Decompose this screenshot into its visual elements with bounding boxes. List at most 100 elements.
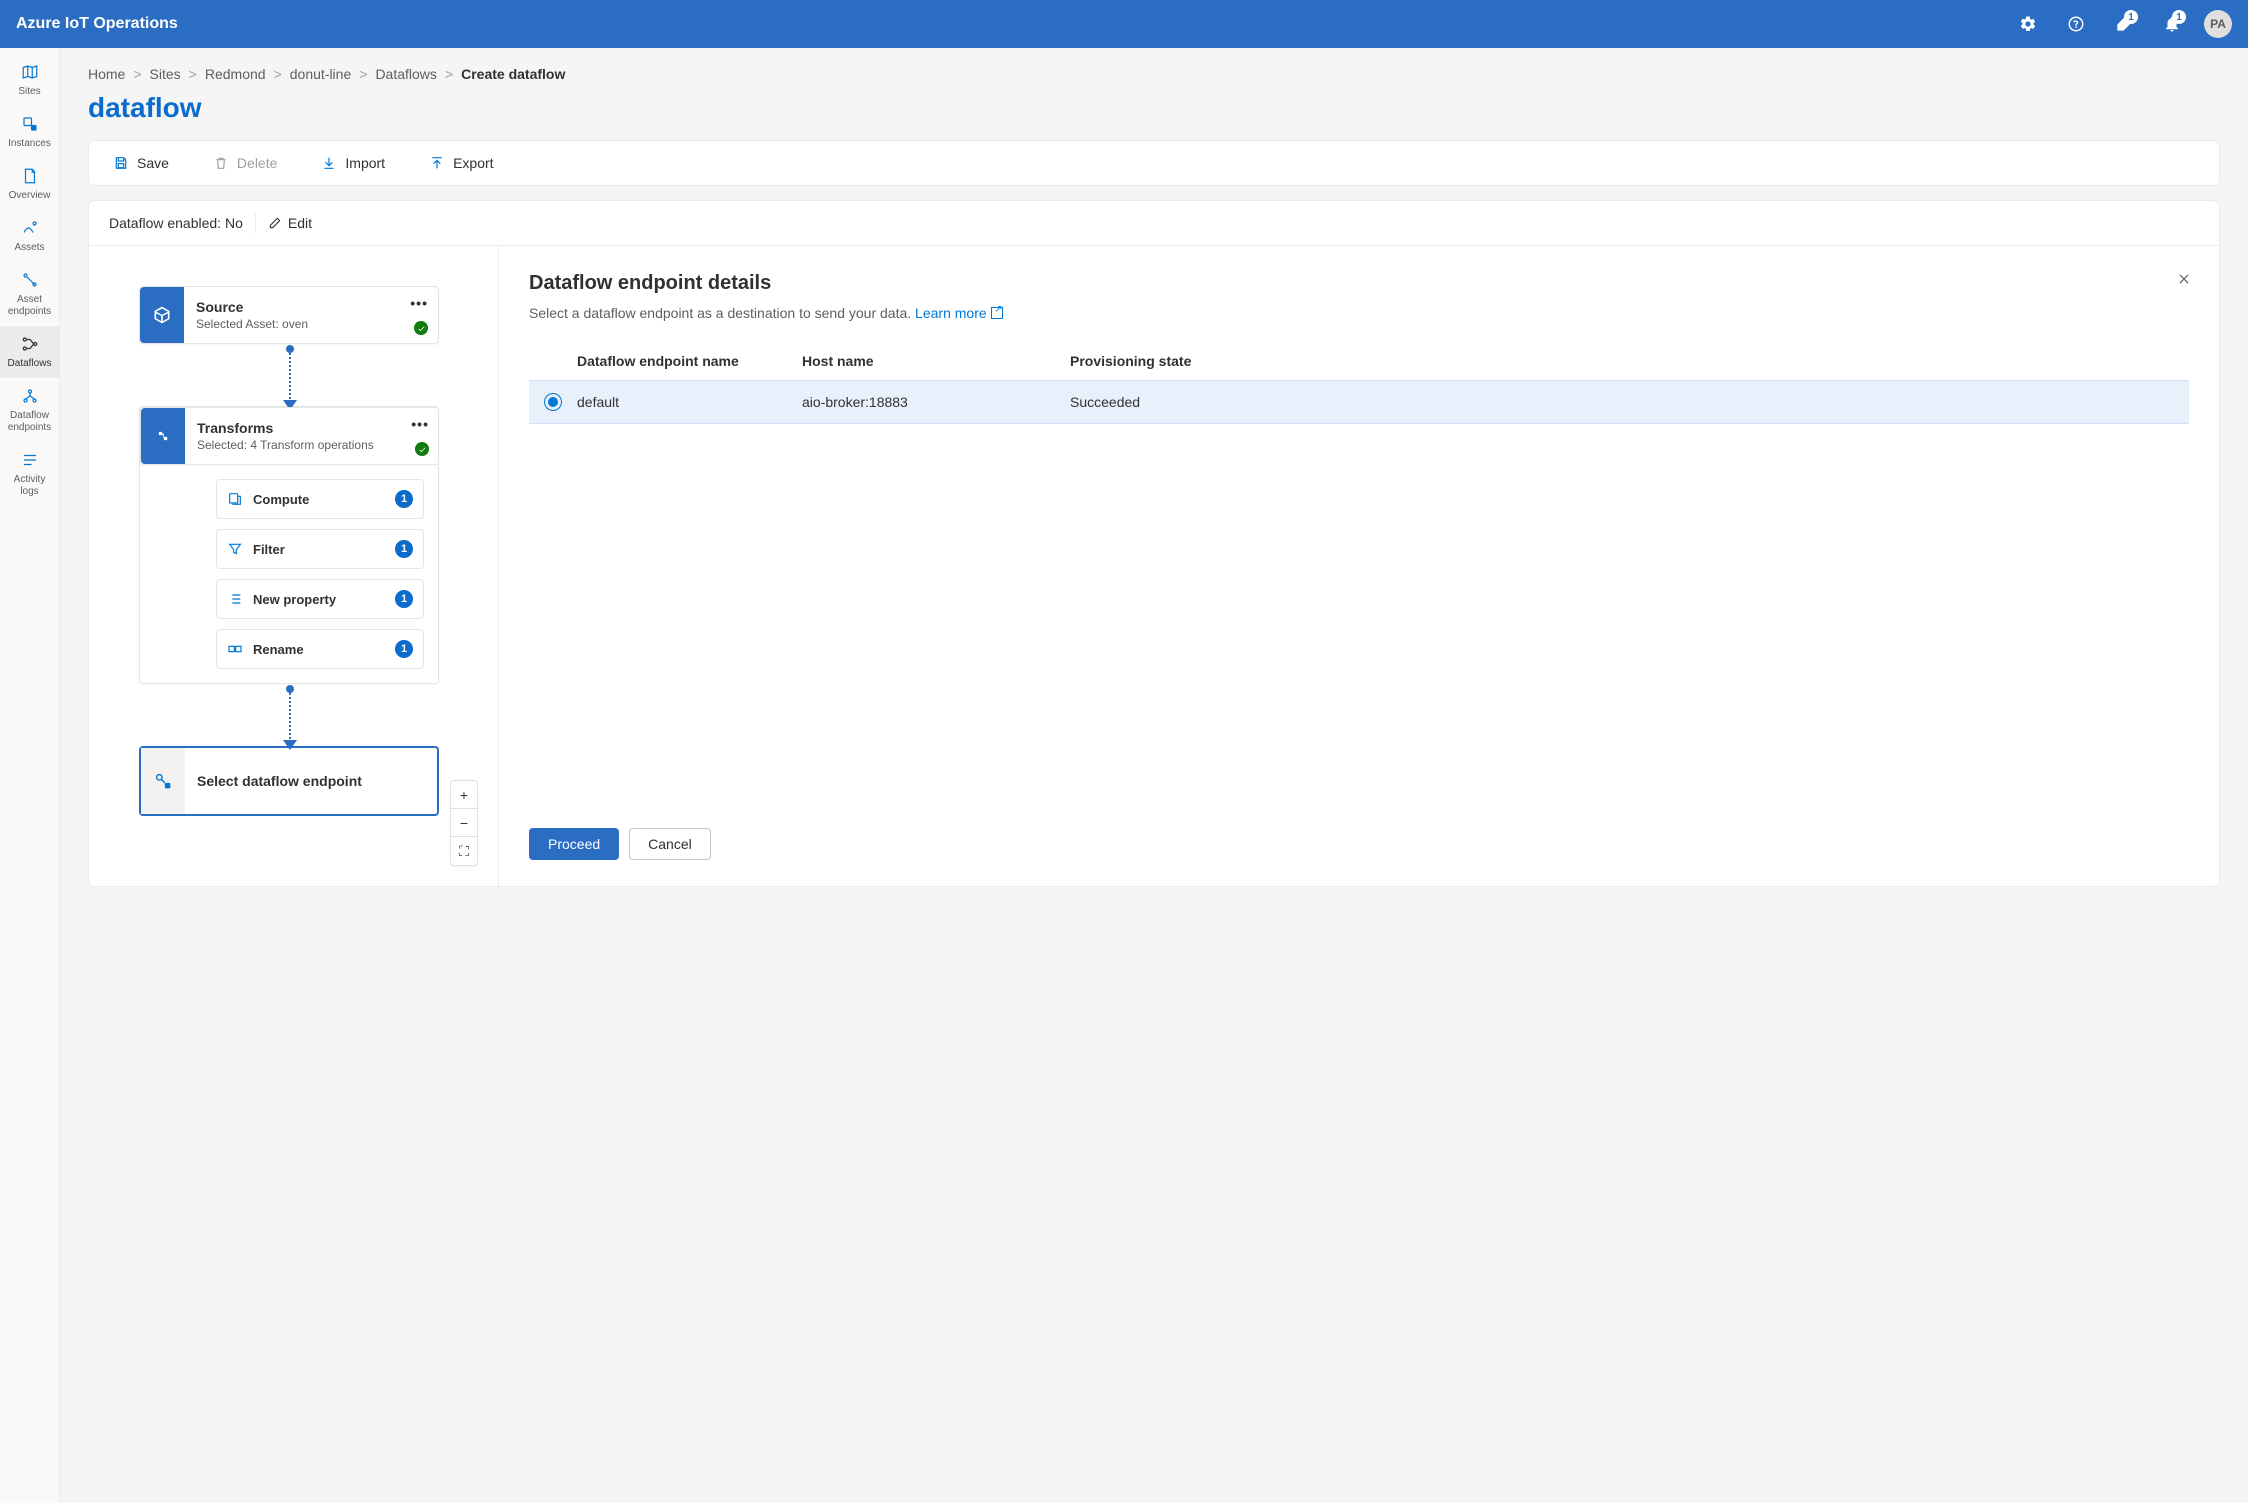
- sidenav-dataflow-endpoints[interactable]: Dataflow endpoints: [0, 378, 59, 442]
- app-title: Azure IoT Operations: [16, 15, 178, 33]
- sidenav-label: Dataflows: [8, 358, 52, 370]
- rename-icon: [227, 641, 243, 657]
- document-icon: [18, 164, 42, 188]
- transform-count: 1: [395, 640, 413, 658]
- sidenav-overview[interactable]: Overview: [0, 158, 59, 210]
- breadcrumb-current: Create dataflow: [461, 66, 565, 82]
- breadcrumb-item[interactable]: donut-line: [290, 66, 352, 82]
- status-success-icon: [415, 442, 429, 456]
- feedback-icon[interactable]: 1: [2108, 8, 2140, 40]
- connector-arrow: [289, 690, 291, 746]
- plug-icon: [18, 268, 42, 292]
- map-icon: [18, 60, 42, 84]
- transform-label: Filter: [253, 542, 385, 557]
- list-icon: [227, 591, 243, 607]
- import-label: Import: [345, 155, 385, 171]
- breadcrumb-item[interactable]: Home: [88, 66, 125, 82]
- logs-icon: [18, 448, 42, 472]
- edit-button[interactable]: Edit: [268, 215, 312, 231]
- sidenav-label: Overview: [9, 190, 51, 202]
- proceed-button[interactable]: Proceed: [529, 828, 619, 860]
- cube-icon: [140, 287, 184, 343]
- compute-icon: [227, 491, 243, 507]
- cell-name: default: [577, 394, 802, 410]
- more-icon[interactable]: •••: [410, 295, 428, 311]
- notifications-icon[interactable]: 1: [2156, 8, 2188, 40]
- page-title: dataflow: [88, 92, 2220, 124]
- transform-count: 1: [395, 540, 413, 558]
- breadcrumb-item[interactable]: Redmond: [205, 66, 266, 82]
- col-header-state: Provisioning state: [1070, 353, 2189, 369]
- endpoint-icon: [18, 384, 42, 408]
- sidenav-assets[interactable]: Assets: [0, 210, 59, 262]
- transform-filter[interactable]: Filter 1: [216, 529, 424, 569]
- sidenav-label: Dataflow endpoints: [4, 410, 55, 434]
- delete-label: Delete: [237, 155, 277, 171]
- endpoint-node-icon: [141, 748, 185, 814]
- sidenav-activity-logs[interactable]: Activity logs: [0, 442, 59, 506]
- avatar[interactable]: PA: [2204, 10, 2232, 38]
- help-icon[interactable]: [2060, 8, 2092, 40]
- save-button[interactable]: Save: [105, 151, 177, 175]
- breadcrumb: Home> Sites> Redmond> donut-line> Datafl…: [88, 66, 2220, 82]
- details-subtitle: Select a dataflow endpoint as a destinat…: [529, 305, 2189, 321]
- radio-selected[interactable]: [544, 393, 562, 411]
- filter-icon: [227, 541, 243, 557]
- transforms-node[interactable]: Transforms Selected: 4 Transform operati…: [139, 406, 439, 684]
- transform-count: 1: [395, 490, 413, 508]
- close-icon[interactable]: [2173, 268, 2195, 295]
- sidenav-label: Sites: [18, 86, 40, 98]
- transform-new-property[interactable]: New property 1: [216, 579, 424, 619]
- sidenav-dataflows[interactable]: Dataflows: [0, 326, 59, 378]
- transform-label: Compute: [253, 492, 385, 507]
- transform-rename[interactable]: Rename 1: [216, 629, 424, 669]
- import-button[interactable]: Import: [313, 151, 393, 175]
- cancel-button[interactable]: Cancel: [629, 828, 711, 860]
- table-row[interactable]: default aio-broker:18883 Succeeded: [529, 380, 2189, 424]
- settings-icon[interactable]: [2012, 8, 2044, 40]
- more-icon[interactable]: •••: [411, 416, 429, 432]
- notifications-badge: 1: [2172, 10, 2186, 24]
- feedback-badge: 1: [2124, 10, 2138, 24]
- sidenav-sites[interactable]: Sites: [0, 54, 59, 106]
- edit-label: Edit: [288, 215, 312, 231]
- transform-compute[interactable]: Compute 1: [216, 479, 424, 519]
- dataflow-enabled-label: Dataflow enabled: No: [109, 215, 243, 231]
- export-label: Export: [453, 155, 493, 171]
- select-endpoint-node[interactable]: Select dataflow endpoint: [139, 746, 439, 816]
- instances-icon: [18, 112, 42, 136]
- cell-host: aio-broker:18883: [802, 394, 1070, 410]
- sidenav-label: Assets: [14, 242, 44, 254]
- status-success-icon: [414, 321, 428, 335]
- delete-button: Delete: [205, 151, 285, 175]
- connector-arrow: [289, 350, 291, 406]
- transform-label: Rename: [253, 642, 385, 657]
- select-endpoint-label: Select dataflow endpoint: [185, 748, 437, 814]
- learn-more-link[interactable]: Learn more: [915, 305, 1003, 321]
- sidenav-label: Activity logs: [4, 474, 55, 498]
- sidenav-instances[interactable]: Instances: [0, 106, 59, 158]
- assets-icon: [18, 216, 42, 240]
- col-header-name: Dataflow endpoint name: [577, 353, 802, 369]
- source-subtitle: Selected Asset: oven: [196, 317, 426, 331]
- breadcrumb-item[interactable]: Dataflows: [375, 66, 436, 82]
- details-title: Dataflow endpoint details: [529, 272, 2189, 295]
- save-label: Save: [137, 155, 169, 171]
- sidenav-label: Asset endpoints: [4, 294, 55, 318]
- source-node[interactable]: Source Selected Asset: oven •••: [139, 286, 439, 344]
- cell-state: Succeeded: [1070, 394, 2189, 410]
- col-header-host: Host name: [802, 353, 1070, 369]
- transforms-icon: [141, 408, 185, 464]
- zoom-fit-button[interactable]: ⛶: [451, 837, 477, 865]
- transform-count: 1: [395, 590, 413, 608]
- zoom-in-button[interactable]: +: [451, 781, 477, 809]
- zoom-out-button[interactable]: −: [451, 809, 477, 837]
- sidenav-label: Instances: [8, 138, 51, 150]
- export-button[interactable]: Export: [421, 151, 501, 175]
- sidenav-asset-endpoints[interactable]: Asset endpoints: [0, 262, 59, 326]
- transforms-title: Transforms: [197, 420, 427, 436]
- source-title: Source: [196, 299, 426, 315]
- transforms-subtitle: Selected: 4 Transform operations: [197, 438, 427, 452]
- breadcrumb-item[interactable]: Sites: [150, 66, 181, 82]
- dataflows-icon: [18, 332, 42, 356]
